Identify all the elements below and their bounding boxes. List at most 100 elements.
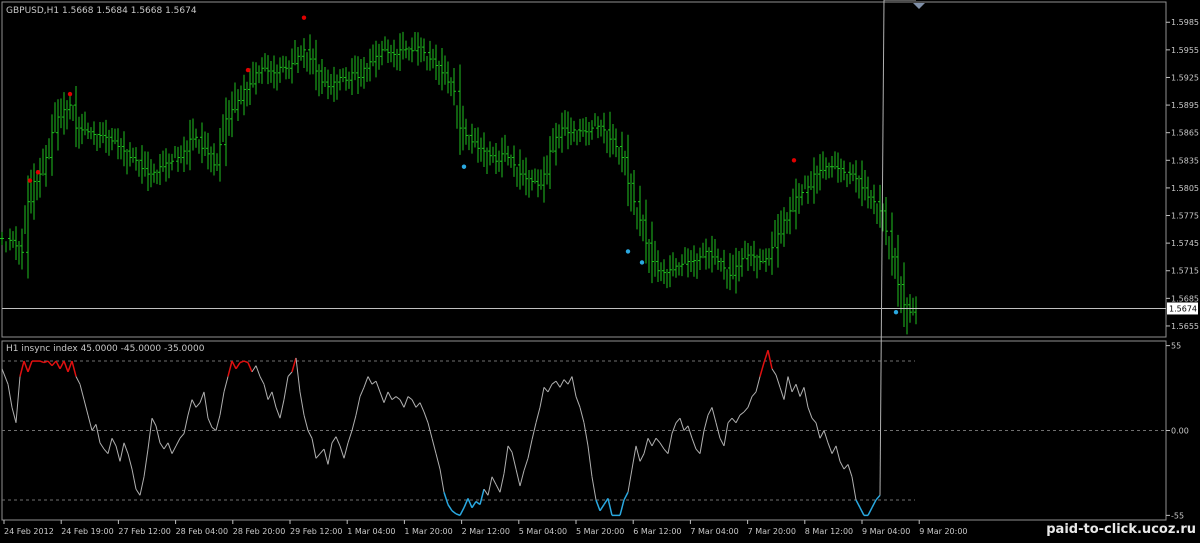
indicator-segment: [1, 368, 9, 385]
indicator-segment: [383, 391, 389, 403]
price-bar: [200, 122, 204, 164]
indicator-segment: [319, 448, 325, 454]
price-bar: [914, 296, 918, 325]
indicator-segment: [187, 399, 193, 416]
price-bar: [266, 55, 270, 85]
time-tick-label: 1 Mar 04:00: [347, 527, 395, 536]
indicator-segment: [99, 442, 105, 450]
indicator-segment: [751, 391, 757, 397]
price-bar: [8, 228, 12, 251]
price-bar: [242, 74, 246, 116]
price-bar: [86, 122, 90, 140]
price-bar: [656, 250, 660, 283]
indicator-segment: [119, 442, 125, 462]
indicator-segment: [687, 425, 693, 439]
indicator-segment: [23, 360, 29, 373]
price-bar: [596, 116, 600, 139]
time-tick-label: 27 Feb 12:00: [118, 527, 170, 536]
shift-marker-icon[interactable]: [913, 3, 925, 9]
price-bar: [404, 40, 408, 59]
price-bar: [518, 149, 522, 190]
price-bar: [464, 118, 468, 145]
indicator-segment: [575, 396, 581, 408]
indicator-segment: [867, 507, 873, 516]
indicator-segment: [311, 438, 317, 459]
indicator-segment: [503, 445, 509, 474]
watermark-text: paid-to-click.ucoz.ru: [1046, 522, 1196, 537]
price-bar: [38, 157, 42, 198]
indicator-segment: [547, 383, 553, 393]
price-bar: [842, 160, 846, 181]
price-bar: [254, 62, 258, 95]
price-bar: [500, 137, 504, 178]
time-tick-label: 2 Mar 12:00: [462, 527, 510, 536]
indicator-segment: [683, 425, 689, 431]
price-bar: [338, 69, 342, 91]
price-bar: [638, 185, 642, 237]
indicator-segment: [355, 396, 361, 416]
indicator-segment: [199, 391, 205, 403]
price-bar: [398, 33, 402, 72]
price-tick-label: 1.5895: [1171, 101, 1199, 110]
price-bar: [380, 40, 384, 66]
price-bar: [572, 120, 576, 142]
indicator-segment: [59, 360, 65, 370]
price-bar: [368, 48, 372, 82]
price-bar: [80, 113, 84, 145]
indicator-segment: [291, 357, 297, 373]
price-bar: [224, 97, 228, 167]
indicator-segment: [183, 414, 189, 434]
price-bar: [830, 155, 834, 178]
indicator-segment: [339, 445, 345, 459]
indicator-segment: [267, 391, 273, 400]
indicator-segment: [175, 437, 181, 447]
price-tick-label: 1.5925: [1171, 73, 1199, 82]
indicator-segment: [871, 499, 877, 509]
indicator-segment: [323, 448, 329, 465]
price-bar: [374, 40, 378, 78]
price-tick-label: 1.5865: [1171, 129, 1199, 138]
indicator-segment: [247, 362, 253, 373]
indicator-segment: [647, 437, 653, 447]
indicator-segment: [375, 380, 381, 393]
indicator-segment: [535, 407, 541, 423]
price-bar: [698, 247, 702, 270]
indicator-segment: [239, 360, 245, 364]
indicator-segment: [775, 374, 781, 388]
price-bar: [284, 56, 288, 80]
indicator-segment: [307, 430, 313, 439]
price-pane[interactable]: 1.5674: [0, 15, 1198, 335]
indicator-segment: [359, 387, 365, 397]
indicator-segment: [415, 402, 421, 408]
indicator-segment: [227, 360, 233, 377]
price-bar: [386, 39, 390, 63]
indicator-segment: [379, 391, 385, 403]
price-bar: [836, 152, 840, 183]
price-bar: [302, 38, 306, 69]
swing-low-marker: [893, 309, 899, 315]
indicator-segment: [95, 424, 101, 443]
price-bar: [296, 47, 300, 73]
indicator-segment: [83, 399, 89, 416]
price-bar: [452, 67, 456, 106]
indicator-segment: [515, 468, 521, 487]
price-bar: [632, 170, 636, 215]
indicator-segment: [799, 387, 805, 397]
indicator-segment: [447, 504, 453, 512]
indicator-segment: [531, 422, 537, 440]
price-bar: [26, 175, 30, 279]
indicator-segment: [179, 433, 185, 439]
price-bar: [548, 136, 552, 190]
time-tick-label: 5 Mar 20:00: [576, 527, 624, 536]
indicator-segment: [723, 422, 729, 447]
price-bar: [350, 58, 354, 96]
swing-low-marker: [639, 260, 645, 265]
indicator-segment: [587, 445, 593, 477]
indicator-pane[interactable]: [1, 0, 1166, 517]
price-bar: [164, 148, 168, 182]
price-bar: [326, 69, 330, 100]
indicator-segment: [143, 448, 149, 477]
price-bar: [800, 184, 804, 206]
indicator-segment: [435, 453, 441, 470]
price-bar: [686, 248, 690, 278]
